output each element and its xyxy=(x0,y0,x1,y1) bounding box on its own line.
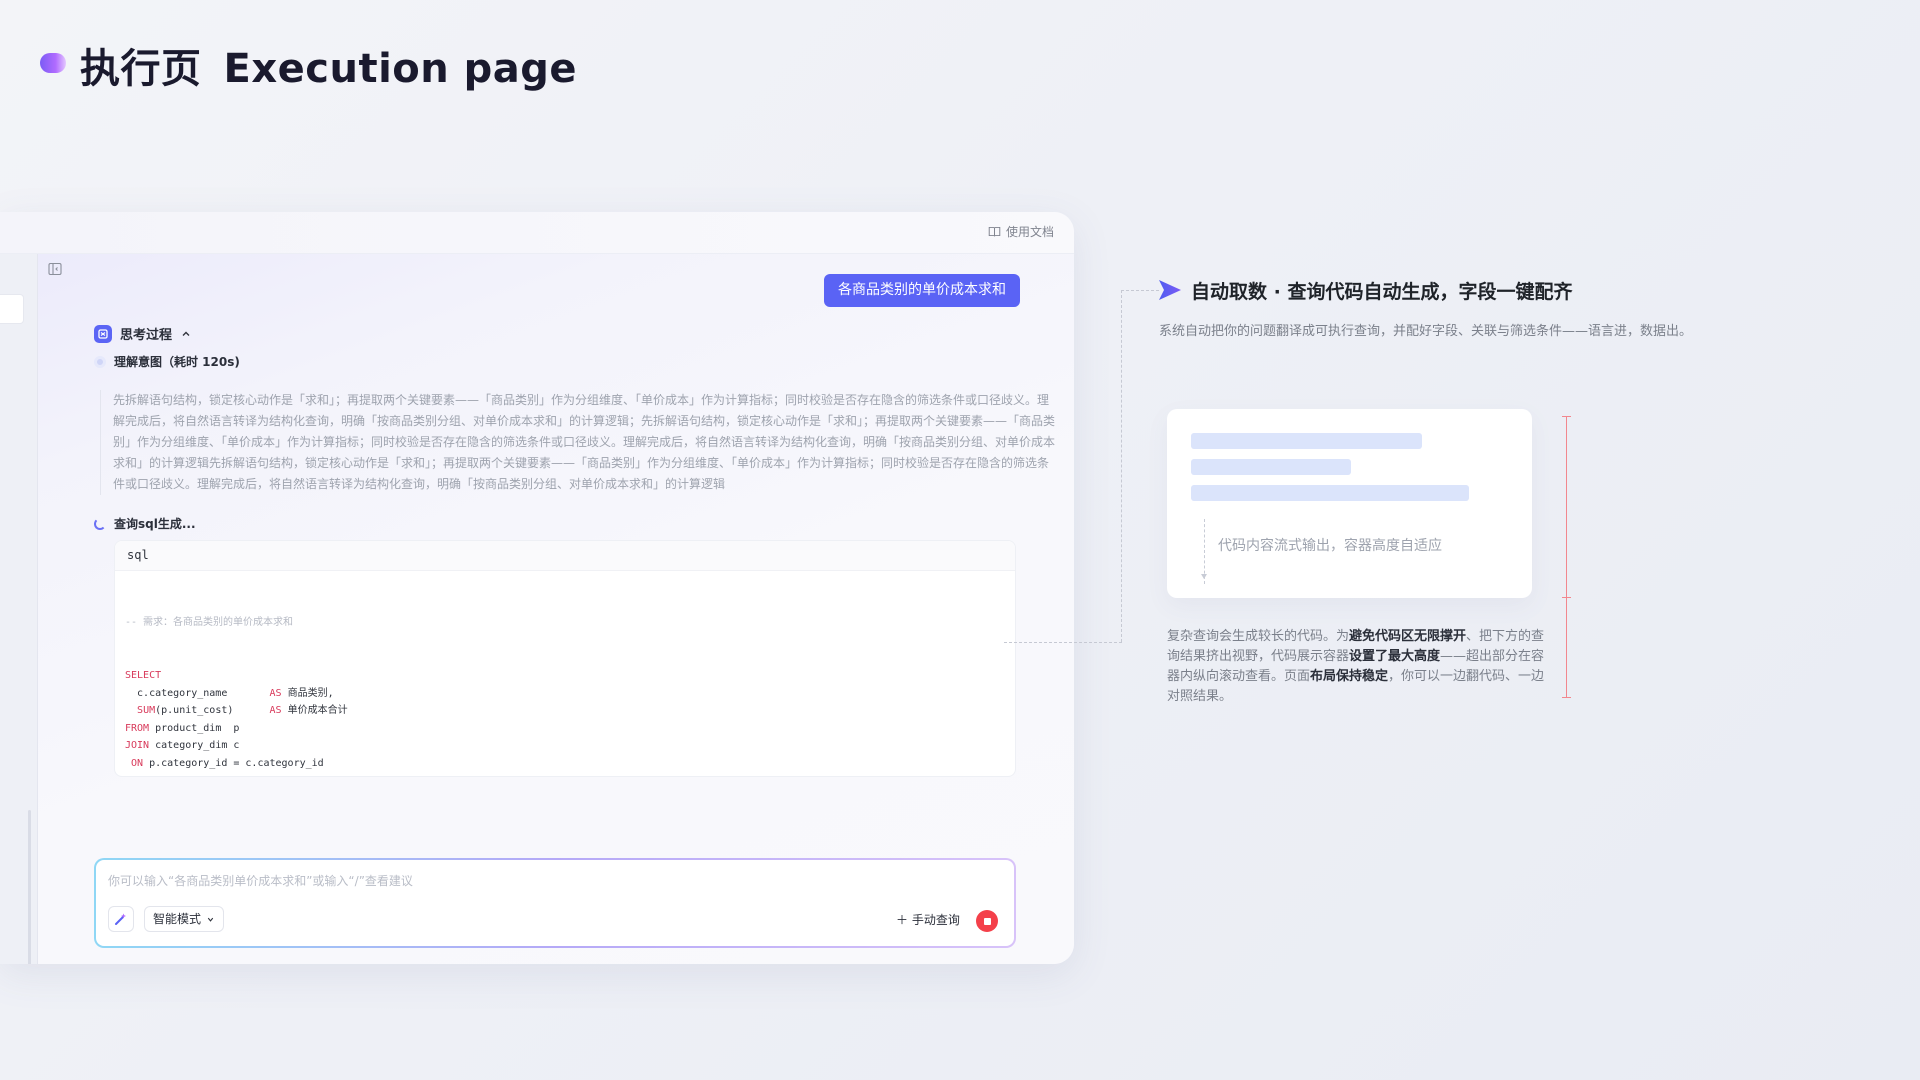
title-bullet-icon xyxy=(40,53,66,73)
code-line: SELECT xyxy=(125,667,348,685)
code-text: 商品类别, xyxy=(281,687,334,699)
code-keyword: ON xyxy=(125,757,144,769)
para-bold: 设置了最大高度 xyxy=(1349,649,1441,664)
code-text: category_dim c xyxy=(149,740,240,752)
intent-reasoning-text: 先拆解语句结构，锁定核心动作是「求和」；再提取两个关键要素——「商品类别」作为分… xyxy=(100,390,1060,495)
docs-link-label: 使用文档 xyxy=(1005,225,1054,239)
sql-step-header: 查询sql生成... xyxy=(94,515,196,532)
chevron-down-icon xyxy=(207,917,214,922)
annotation-connector-bottom xyxy=(1004,642,1122,643)
app-window: 使用文档 各商品类别的单价成本求和 思考过程 理解意图（耗时 120s) 先拆解… xyxy=(0,212,1074,964)
code-text: c.category_name xyxy=(125,687,270,699)
code-keyword: AS xyxy=(269,687,282,699)
sql-step-label: 查询sql生成... xyxy=(114,517,196,531)
code-text: p.is_deleted = 0 xyxy=(155,776,257,777)
max-height-marker-cap xyxy=(1562,597,1571,598)
query-input-box[interactable]: 你可以输入“各商品类别单价成本求和”或输入“/”查看建议 智能模式 ＋ 手动查询 xyxy=(94,858,1016,948)
para-text: 复杂查询会生成较长的代码。为 xyxy=(1167,629,1350,644)
manual-query-button[interactable]: ＋ 手动查询 xyxy=(896,911,960,928)
code-content: -- 需求：各商品类别的单价成本求和 SELECT c.category_nam… xyxy=(125,579,348,777)
code-keyword: FROM xyxy=(125,722,150,734)
code-text: product_dim p xyxy=(149,722,240,734)
app-topbar: 使用文档 xyxy=(0,212,1074,254)
streaming-preview-card: 代码内容流式输出，容器高度自适应 xyxy=(1167,409,1532,598)
code-text: (p.unit_cost) xyxy=(155,705,270,717)
annotation-description: 系统自动把你的问题翻译成可执行查询，并配好字段、关联与筛选条件——语言进，数据出… xyxy=(1159,324,1693,339)
skeleton-line xyxy=(1191,485,1469,501)
max-height-marker-cap xyxy=(1562,416,1571,417)
sidebar-toggle-icon[interactable] xyxy=(48,262,62,276)
para-bold: 布局保持稳定 xyxy=(1310,669,1389,684)
code-block[interactable]: sql -- 需求：各商品类别的单价成本求和 SELECT c.category… xyxy=(114,540,1016,777)
page-title-zh: 执行页 xyxy=(80,46,202,92)
down-arrow-icon xyxy=(1201,574,1207,579)
thinking-icon xyxy=(94,324,112,343)
mode-select[interactable]: 智能模式 xyxy=(144,906,225,932)
left-sidebar xyxy=(0,254,38,964)
code-keyword: JOIN xyxy=(125,740,150,752)
stop-button[interactable] xyxy=(976,910,998,932)
code-keyword: SUM xyxy=(137,705,156,717)
stop-icon xyxy=(983,917,991,925)
code-language-label: sql xyxy=(127,548,149,562)
annotation-paragraph: 复杂查询会生成较长的代码。为避免代码区无限撑开、把下方的查询结果挤出视野，代码展… xyxy=(1167,627,1547,707)
code-keyword: SELECT xyxy=(125,669,162,681)
annotation-connector-top xyxy=(1121,290,1159,291)
chat-area: 各商品类别的单价成本求和 思考过程 理解意图（耗时 120s) 先拆解语句结构，… xyxy=(38,254,1074,964)
code-line: c.category_name AS 商品类别, xyxy=(125,685,348,703)
mode-select-label: 智能模式 xyxy=(153,912,202,926)
loading-spinner-icon xyxy=(94,517,106,530)
thinking-label: 思考过程 xyxy=(120,328,173,343)
stream-caption: 代码内容流式输出，容器高度自适应 xyxy=(1218,538,1442,554)
annotation-title: 自动取数 · 查询代码自动生成，字段一键配齐 xyxy=(1191,281,1573,303)
book-icon xyxy=(988,226,1001,237)
code-comment: -- 需求：各商品类别的单价成本求和 xyxy=(125,617,294,629)
skeleton-line xyxy=(1191,459,1351,475)
code-keyword: WHERE xyxy=(125,776,155,777)
magic-wand-button[interactable] xyxy=(108,906,134,932)
code-text: p.category_id = c.category_id xyxy=(143,757,324,769)
sidebar-tab[interactable] xyxy=(0,294,24,324)
query-input-placeholder[interactable]: 你可以输入“各商品类别单价成本求和”或输入“/”查看建议 xyxy=(108,872,413,889)
para-bold: 避免代码区无限撑开 xyxy=(1349,629,1467,644)
user-message-bubble: 各商品类别的单价成本求和 xyxy=(824,274,1020,307)
code-line: JOIN category_dim c xyxy=(125,737,348,755)
code-block-header: sql xyxy=(115,541,1015,571)
skeleton-line xyxy=(1191,433,1422,449)
chevron-up-icon[interactable] xyxy=(180,328,192,340)
annotation-connector xyxy=(1121,290,1122,642)
magic-wand-icon xyxy=(115,913,126,925)
thinking-header[interactable]: 思考过程 xyxy=(94,324,192,343)
code-keyword: AS xyxy=(269,705,282,717)
code-line: WHERE p.is_deleted = 0 xyxy=(125,773,348,777)
page-title: 执行页 Execution page xyxy=(80,36,577,94)
code-line: ON p.category_id = c.category_id xyxy=(125,755,348,773)
code-text: 单价成本合计 xyxy=(281,705,348,717)
max-height-marker-cap xyxy=(1562,697,1571,698)
page-title-en: Execution page xyxy=(223,46,578,92)
send-arrow-icon xyxy=(1159,280,1181,300)
max-height-marker xyxy=(1566,416,1567,697)
code-line: SUM(p.unit_cost) AS 单价成本合计 xyxy=(125,702,348,720)
intent-step-label: 理解意图（耗时 120s) xyxy=(114,355,240,369)
code-line: FROM product_dim p xyxy=(125,720,348,738)
step-dot-icon xyxy=(94,355,106,368)
docs-link[interactable]: 使用文档 xyxy=(988,223,1054,240)
sidebar-scrollbar[interactable] xyxy=(28,810,31,964)
intent-step-header: 理解意图（耗时 120s) xyxy=(94,353,240,370)
